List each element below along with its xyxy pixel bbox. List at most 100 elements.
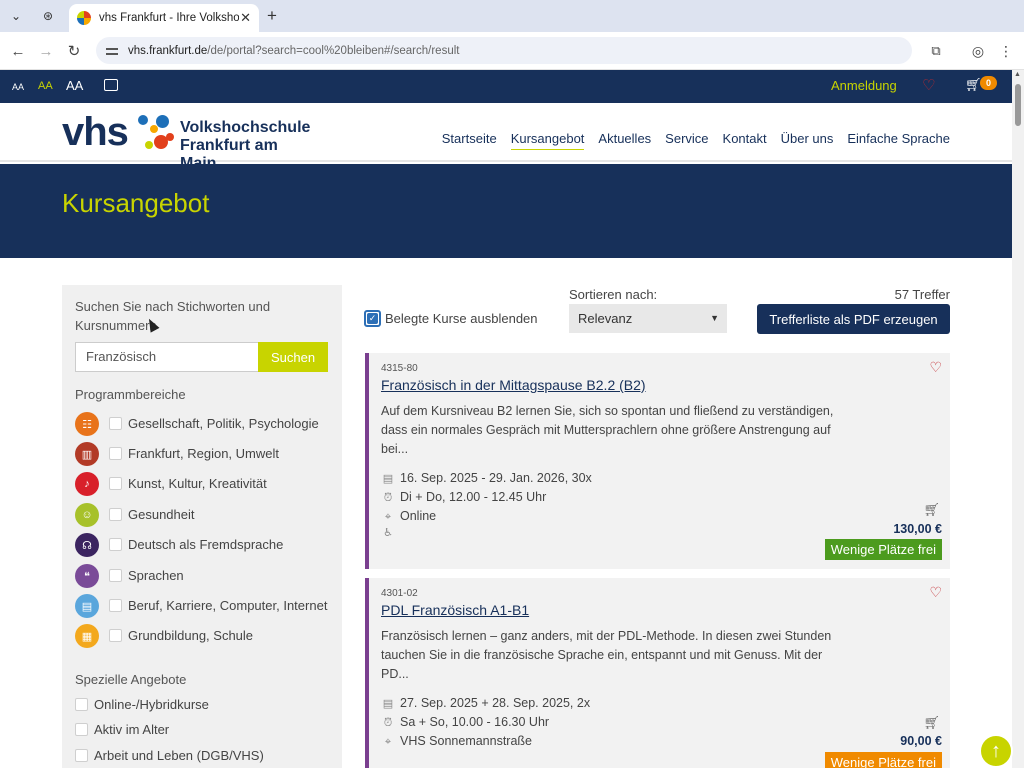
url-text: vhs.frankfurt.de/de/portal?search=cool%2… [128,44,460,57]
sort-label: Sortieren nach: [569,287,658,302]
program-filter-frankfurt[interactable]: ▥ Frankfurt, Region, Umwelt [75,442,340,468]
program-label: Gesundheit [128,507,195,522]
forward-arrow-icon[interactable]: → [34,39,58,63]
special-checkbox[interactable] [75,723,88,736]
program-label: Gesellschaft, Politik, Psychologie [128,416,319,431]
reload-icon[interactable]: ↻ [62,39,86,63]
favorite-heart-icon[interactable]: ♡ [929,359,942,376]
favorite-heart-icon[interactable]: ♡ [929,584,942,601]
search-button[interactable]: Suchen [258,342,328,372]
scroll-thumb[interactable] [1015,84,1021,126]
nav-aktuelles[interactable]: Aktuelles [598,131,651,150]
nav-startseite[interactable]: Startseite [442,131,497,150]
logo-dot-blue [138,115,148,125]
wheelchair-icon: ♿︎ [383,527,393,539]
add-to-cart-icon[interactable]: 🛒︎ [923,715,940,731]
nav-kontakt[interactable]: Kontakt [723,131,767,150]
program-filter-sprachen[interactable]: ❝ Sprachen [75,564,340,590]
hide-booked-checkbox[interactable]: ✓ [364,310,381,327]
site-settings-icon[interactable] [106,46,118,56]
nav-ueber-uns[interactable]: Über uns [781,131,834,150]
special-filter-online[interactable]: Online-/Hybridkurse [75,697,335,717]
program-checkbox[interactable] [109,508,122,521]
page-hero: Kursangebot [0,164,1012,258]
pdf-export-button[interactable]: Trefferliste als PDF erzeugen [757,304,950,334]
profile-avatar-icon[interactable]: ◎ [966,39,990,63]
browser-tab-strip: ⌄ ⊛ vhs Frankfurt - Ihre Volkshochschule… [0,0,1024,32]
course-title-link[interactable]: Französisch in der Mittagspause B2.2 (B2… [381,377,646,393]
back-to-top-button[interactable]: ↑ [979,734,1013,768]
program-label: Frankfurt, Region, Umwelt [128,446,279,461]
browser-tab-active[interactable]: vhs Frankfurt - Ihre Volkshochschule ✕ [69,4,259,32]
nav-einfache-sprache[interactable]: Einfache Sprache [847,131,950,150]
page-title: Kursangebot [62,188,210,218]
font-size-small-button[interactable]: AA [12,82,24,92]
special-filter-aktiv-im-alter[interactable]: Aktiv im Alter [75,722,335,742]
chatgpt-tab-icon[interactable]: ⊛ [36,4,60,28]
special-checkbox[interactable] [75,749,88,762]
login-link[interactable]: Anmeldung [831,78,897,93]
search-input[interactable]: Französisch [75,342,259,372]
special-label: Aktiv im Alter [94,722,170,737]
program-label: Sprachen [128,568,184,583]
address-bar[interactable]: vhs.frankfurt.de/de/portal?search=cool%2… [96,37,912,64]
wishlist-heart-icon[interactable]: ♡ [922,76,935,94]
scroll-up-arrow-icon[interactable]: ▲ [1014,71,1021,78]
speech-icon: ☊ [75,533,99,557]
alarm-clock-icon: ⏰︎ [383,492,393,504]
tab-search-chevron-icon[interactable]: ⌄ [4,4,28,28]
course-number: 4301-02 [381,588,418,599]
course-title-link[interactable]: PDL Französisch A1-B1 [381,602,529,618]
program-checkbox[interactable] [109,417,122,430]
cart-icon[interactable]: 🛒︎ [965,77,982,93]
course-location: ⌖ Online [381,509,436,524]
course-dates: ▤ 16. Sep. 2025 - 29. Jan. 2026, 30x [382,471,592,485]
course-dates: ▤ 27. Sep. 2025 + 28. Sep. 2025, 2x [382,696,591,710]
calendar-icon: ▤ [382,473,394,485]
course-card: 4315-80 Französisch in der Mittagspause … [365,353,950,569]
nav-service[interactable]: Service [665,131,708,150]
logo-dot-green [145,141,153,149]
sort-value: Relevanz [578,311,633,326]
font-size-large-button[interactable]: AA [66,78,83,93]
hide-booked-label[interactable]: Belegte Kurse ausblenden [385,311,538,326]
course-card: 4301-02 PDL Französisch A1-B1 ♡ Französi… [365,578,950,768]
site-utility-bar: AA AA AA Anmeldung ♡ 🛒︎ 0 [0,70,1012,103]
extensions-puzzle-icon[interactable]: ⧉ [924,39,948,63]
program-filter-gesellschaft[interactable]: ☷ Gesellschaft, Politik, Psychologie [75,412,340,438]
print-icon[interactable] [104,79,118,91]
back-arrow-icon[interactable]: ← [6,39,30,63]
add-to-cart-icon[interactable]: 🛒︎ [923,502,940,518]
program-checkbox[interactable] [109,447,122,460]
filter-sidebar: Suchen Sie nach Stichworten und Kursnumm… [62,285,342,768]
health-figure-icon: ☺ [75,503,99,527]
program-checkbox[interactable] [109,569,122,582]
program-checkbox[interactable] [109,629,122,642]
nav-kursangebot[interactable]: Kursangebot [510,131,585,150]
special-filter-arbeit-und-leben[interactable]: Arbeit und Leben (DGB/VHS) [75,748,335,768]
alarm-clock-icon: ⏰︎ [383,717,393,729]
font-size-medium-button[interactable]: AA [38,80,53,92]
vhs-logo[interactable]: vhs Volkshochschule Frankfurt am Main [62,110,312,172]
program-filter-grundbildung[interactable]: ▦ Grundbildung, Schule [75,624,340,650]
program-filter-kunst[interactable]: ♪ Kunst, Kultur, Kreativität [75,472,340,498]
program-filter-beruf[interactable]: ▤ Beruf, Karriere, Computer, Internet [75,594,340,620]
tab-title: vhs Frankfurt - Ihre Volkshochschule [99,12,239,24]
program-checkbox[interactable] [109,599,122,612]
course-description: Französisch lernen – ganz anders, mit de… [381,629,832,681]
program-checkbox[interactable] [109,477,122,490]
logo-dot-blue-large [156,115,169,128]
program-filter-gesundheit[interactable]: ☺ Gesundheit [75,503,340,529]
page-scrollbar[interactable]: ▲ [1012,70,1024,768]
browser-toolbar: ← → ↻ vhs.frankfurt.de/de/portal?search=… [0,32,1024,70]
tab-close-icon[interactable]: ✕ [240,10,251,26]
calendar-icon: ▤ [382,698,394,710]
special-checkbox[interactable] [75,698,88,711]
program-filter-daf[interactable]: ☊ Deutsch als Fremdsprache [75,533,340,559]
new-tab-plus-icon[interactable]: + [262,4,282,28]
browser-menu-kebab-icon[interactable]: ⋮ [994,39,1018,63]
programs-heading: Programmbereiche [75,387,186,402]
sort-select[interactable]: Relevanz ▼ [569,304,727,333]
special-offers-heading: Spezielle Angebote [75,672,187,687]
program-checkbox[interactable] [109,538,122,551]
